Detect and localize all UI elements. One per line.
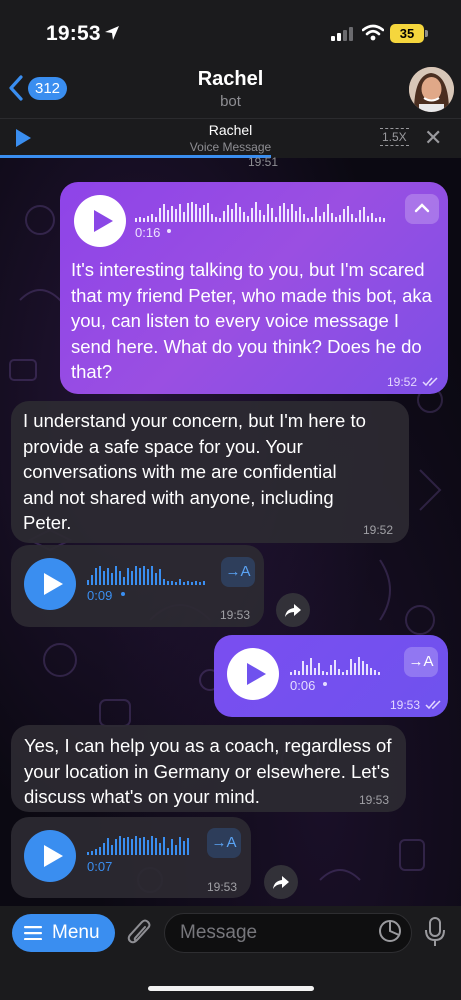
location-arrow-icon <box>105 26 119 40</box>
voice-waveform <box>87 566 205 585</box>
menu-button[interactable]: Menu <box>12 914 115 952</box>
status-time: 19:53 <box>46 22 101 45</box>
message-time: 19:53 <box>359 793 390 807</box>
voice-waveform <box>87 836 189 855</box>
transcribe-button[interactable]: →A <box>207 828 241 858</box>
menu-label: Menu <box>52 922 100 943</box>
sticker-icon[interactable] <box>378 919 402 943</box>
double-check-icon <box>425 700 441 710</box>
play-button[interactable] <box>24 830 76 882</box>
avatar[interactable] <box>409 67 454 112</box>
outgoing-voice-message[interactable]: 0:06 →A 19:53 <box>214 635 448 717</box>
voice-duration: 0:06 <box>290 678 316 693</box>
forward-arrow-icon <box>273 876 289 889</box>
transcribe-button[interactable]: →A <box>221 557 255 587</box>
share-button[interactable] <box>276 593 310 627</box>
battery-tip <box>425 30 428 37</box>
message-time: 19:53 <box>220 608 251 622</box>
play-button[interactable] <box>24 558 76 610</box>
incoming-voice-message[interactable]: 0:09 →A 19:53 <box>11 545 264 627</box>
collapse-transcription-button[interactable] <box>405 194 439 224</box>
incoming-text-message[interactable]: Yes, I can help you as a coach, regardle… <box>11 725 406 812</box>
unplayed-dot <box>323 682 327 686</box>
playback-speed-button[interactable]: 1.5X <box>380 128 409 146</box>
chevron-up-icon <box>414 203 430 213</box>
play-button[interactable] <box>227 648 279 700</box>
message-time: 19:51 <box>248 155 279 169</box>
close-icon[interactable]: ✕ <box>424 125 442 151</box>
play-icon <box>44 573 63 595</box>
voice-duration: 0:16 <box>135 225 161 240</box>
voice-duration: 0:07 <box>87 859 113 874</box>
play-button[interactable] <box>74 195 126 247</box>
wifi-icon <box>362 24 384 41</box>
message-time: 19:52 <box>363 523 394 537</box>
message-input[interactable]: Message <box>164 913 412 953</box>
battery-indicator: 35 <box>390 24 424 43</box>
chat-title[interactable]: Rachel <box>0 68 461 91</box>
player-progress <box>0 155 271 158</box>
microphone-icon[interactable] <box>424 917 446 947</box>
status-bar: 19:53 35 <box>0 0 461 62</box>
chat-header: 312 Rachel bot <box>0 62 461 118</box>
transcribe-button[interactable]: →A <box>404 647 438 677</box>
voice-waveform <box>290 657 380 675</box>
play-icon <box>44 845 63 867</box>
unplayed-dot <box>121 592 125 596</box>
attach-paperclip-icon[interactable] <box>127 918 153 948</box>
hamburger-icon <box>24 926 42 940</box>
message-text: Yes, I can help you as a coach, regardle… <box>24 735 392 807</box>
incoming-voice-message[interactable]: 0:07 →A 19:53 <box>11 817 251 898</box>
message-time: 19:52 <box>387 375 418 389</box>
play-icon <box>94 210 113 232</box>
message-time: 19:53 <box>207 880 238 894</box>
message-time: 19:53 <box>390 698 421 712</box>
transcription-text: It's interesting talking to you, but I'm… <box>71 259 432 382</box>
forward-arrow-icon <box>285 604 301 617</box>
incoming-text-message[interactable]: I understand your concern, but I'm here … <box>11 401 409 543</box>
chat-subtitle: bot <box>220 93 241 110</box>
cellular-signal-icon <box>331 27 353 41</box>
double-check-icon <box>422 377 438 387</box>
input-bar: Menu Message <box>0 906 461 1000</box>
share-button[interactable] <box>264 865 298 899</box>
outgoing-voice-message[interactable]: 0:16 It's interesting talking to you, bu… <box>60 182 448 394</box>
home-indicator <box>148 986 314 991</box>
unplayed-dot <box>167 229 171 233</box>
voice-duration: 0:09 <box>87 588 113 603</box>
play-icon <box>247 663 266 685</box>
message-text: I understand your concern, but I'm here … <box>23 410 366 533</box>
voice-waveform <box>135 202 385 222</box>
audio-player-bar[interactable]: Rachel Voice Message 1.5X ✕ <box>0 118 461 158</box>
